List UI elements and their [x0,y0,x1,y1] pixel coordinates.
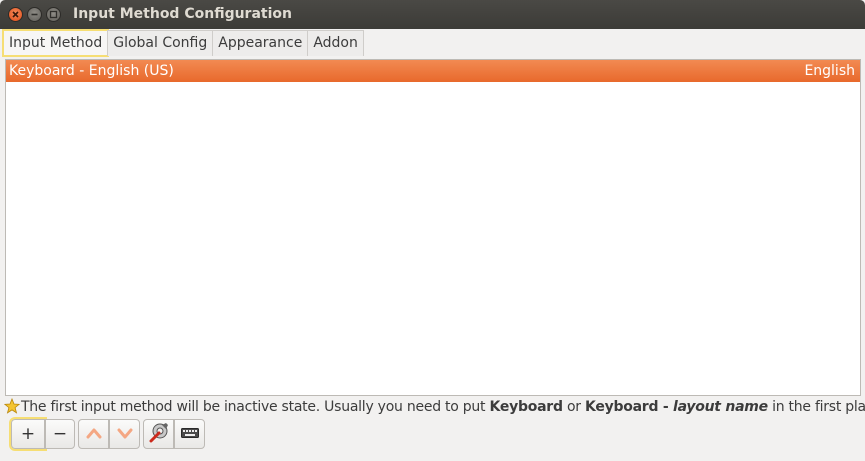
hint-part-1: The first input method will be inactive … [21,399,490,415]
hint-part-3: in the first place. [772,399,865,415]
input-method-list[interactable]: Keyboard - English (US) English [5,59,861,396]
close-icon[interactable] [8,7,23,22]
list-toolbar: + − [9,417,205,451]
move-down-button[interactable] [109,419,140,449]
hint-keyword-keyboard-layout: Keyboard - [584,399,674,415]
tab-input-method[interactable]: Input Method [1,29,110,57]
window-title: Input Method Configuration [73,6,292,22]
arrow-up-icon [86,424,102,444]
star-icon [3,397,21,420]
arrow-down-icon [117,424,133,444]
configure-icon [148,421,170,448]
hint-text: The first input method will be inactive … [3,397,865,420]
list-item[interactable]: Keyboard - English (US) English [6,60,860,82]
move-up-button[interactable] [78,419,109,449]
remove-button[interactable]: − [45,419,75,449]
keyboard-layout-button[interactable] [174,419,205,449]
configure-button[interactable] [143,419,174,449]
input-method-language: English [804,63,855,79]
input-method-name: Keyboard - English (US) [9,63,174,79]
tab-appearance[interactable]: Appearance [212,30,309,56]
hint-keyword-layout-name: layout name [673,399,768,415]
add-button[interactable]: + [9,417,47,451]
tab-addon[interactable]: Addon [307,30,364,56]
keyboard-layout-icon [180,424,199,444]
tab-global-config[interactable]: Global Config [107,30,214,56]
hint-keyword-keyboard: Keyboard [489,399,564,415]
minimize-icon[interactable] [27,7,42,22]
tab-bar: Input Method Global Config Appearance Ad… [1,29,364,57]
maximize-icon[interactable] [46,7,61,22]
title-bar: Input Method Configuration [0,0,865,29]
hint-part-2: or [562,399,585,415]
